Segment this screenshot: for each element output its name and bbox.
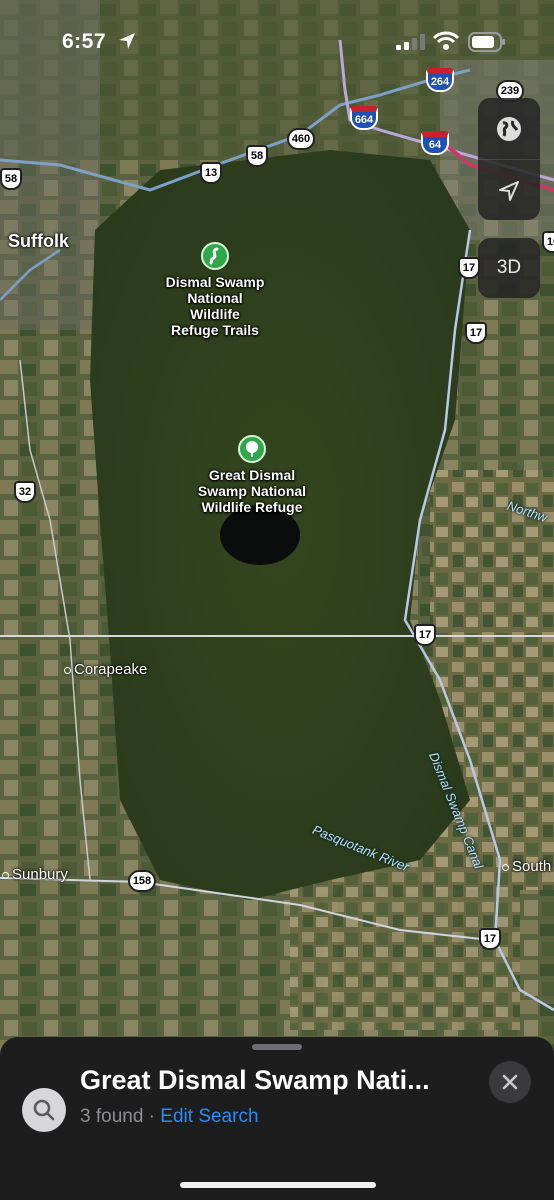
three-d-label: 3D [496, 257, 522, 278]
status-bar: 6:57 [0, 0, 554, 80]
route-shield-58-west: 58 [0, 168, 22, 190]
edit-search-link[interactable]: Edit Search [160, 1106, 258, 1127]
found-count: 3 found [80, 1106, 144, 1127]
route-shield-10: 10 [542, 231, 554, 253]
search-icon-button[interactable] [22, 1088, 66, 1132]
home-indicator[interactable] [180, 1182, 376, 1188]
route-shield-us460: 460 [287, 128, 315, 150]
battery-icon [468, 32, 505, 52]
sheet-grabber[interactable] [252, 1044, 302, 1050]
poi-label-line: National [187, 290, 243, 306]
route-shield-us17-a: 17 [458, 257, 480, 279]
route-shield-us58: 58 [246, 145, 268, 167]
poi-label-line: Swamp National [197, 483, 307, 499]
cellular-signal-icon [396, 34, 425, 50]
poi-label-line: Refuge Trails [171, 322, 259, 338]
poi-dismal-swamp-trails[interactable]: Dismal Swamp National Wildlife Refuge Tr… [155, 242, 275, 338]
search-results-sheet[interactable]: Great Dismal Swamp Nati... 3 found · Edi… [0, 1037, 554, 1200]
route-shield-us17-b: 17 [465, 322, 487, 344]
route-shield-32: 32 [14, 481, 36, 503]
town-label-south-text: South [512, 858, 552, 875]
location-arrow-icon [499, 180, 519, 201]
separator: · [143, 1106, 161, 1127]
interstate-shield-264: 264 [426, 68, 454, 92]
trail-icon [201, 242, 229, 270]
globe-icon [497, 116, 521, 141]
route-shield-us158: 158 [128, 870, 156, 892]
town-label-south[interactable]: South [502, 858, 551, 875]
town-label-sunbury-text: Sunbury [12, 866, 68, 883]
satellite-map[interactable] [0, 0, 554, 1200]
wifi-icon [433, 31, 459, 50]
town-label-suffolk[interactable]: Suffolk [8, 231, 69, 252]
route-shield-us13: 13 [200, 162, 222, 184]
location-services-icon [119, 33, 135, 49]
interstate-shield-664: 664 [350, 106, 378, 130]
poi-great-dismal-swamp-refuge[interactable]: Great Dismal Swamp National Wildlife Ref… [186, 435, 318, 515]
close-button[interactable] [489, 1061, 531, 1103]
results-summary: 3 found · Edit Search [80, 1106, 259, 1128]
route-shield-us17-c: 17 [414, 624, 436, 646]
town-label-corapeake-text: Corapeake [74, 661, 148, 678]
town-label-sunbury[interactable]: Sunbury [2, 866, 68, 883]
status-time: 6:57 [62, 30, 107, 53]
three-d-button[interactable]: 3D [478, 238, 540, 298]
map-controls [478, 98, 540, 220]
search-icon [33, 1099, 55, 1121]
close-icon [502, 1074, 518, 1090]
tree-icon [238, 435, 266, 463]
map-mode-button[interactable] [478, 98, 540, 159]
poi-label-line: Dismal Swamp [165, 274, 265, 290]
locate-me-button[interactable] [478, 159, 540, 221]
poi-label-line: Wildlife Refuge [201, 499, 303, 515]
poi-label-line: Great Dismal [208, 467, 296, 483]
poi-label-line: Wildlife [190, 306, 240, 322]
town-label-corapeake[interactable]: Corapeake [64, 661, 147, 678]
route-shield-us17-d: 17 [479, 928, 501, 950]
search-title[interactable]: Great Dismal Swamp Nati... [80, 1065, 470, 1096]
interstate-shield-64: 64 [421, 131, 449, 155]
